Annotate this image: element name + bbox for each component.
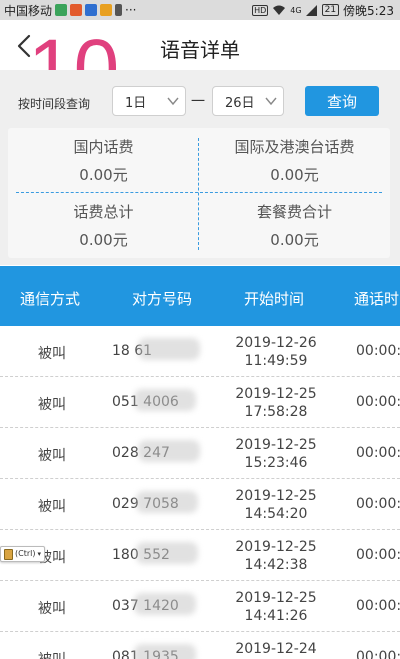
signal-icon (305, 4, 317, 16)
start-date: 2019-12-25 (235, 488, 317, 504)
start-clock: 14:54:20 (244, 506, 308, 522)
domestic-fee-label: 国内话费 (73, 138, 134, 156)
call-type: 被叫 (38, 397, 66, 413)
carrier-name: 中国移动 (4, 3, 53, 18)
start-clock: 14:41:26 (244, 608, 308, 624)
duration: 00:00: (356, 445, 400, 461)
redaction-blur (134, 593, 196, 615)
end-day-select[interactable]: 26日 (212, 86, 284, 116)
end-day-value: 26日 (225, 95, 255, 111)
app-notification-icon (70, 4, 83, 16)
table-row[interactable]: 被叫 028 247 2019-12-25 15:23:46 00:00: (0, 428, 400, 479)
clipboard-icon (4, 548, 13, 560)
redaction-blur (138, 338, 200, 360)
redaction-blur (136, 491, 198, 513)
more-notifications: ··· (125, 3, 137, 17)
start-time: 2019-12-26 11:49:59 (226, 334, 326, 370)
duration: 00:00: (356, 598, 400, 614)
start-clock: 15:23:46 (244, 455, 308, 471)
column-header-type: 通信方式 (20, 290, 81, 308)
filter-area: 按时间段查询 1日 一 26日 查询 国内话费 0.00元 国际及港澳台话费 0… (0, 70, 400, 265)
redaction-blur (136, 542, 198, 564)
query-button[interactable]: 查询 (305, 86, 379, 116)
total-fee-label: 话费总计 (73, 203, 134, 221)
duration: 00:00: (356, 547, 400, 563)
chevron-down-icon (167, 97, 179, 106)
duration: 00:00: (356, 394, 400, 410)
call-list[interactable]: 被叫 18 61 2019-12-26 11:49:59 00:00: 被叫 0… (0, 326, 400, 659)
start-day-value: 1日 (125, 95, 147, 111)
total-fee-value: 0.00元 (79, 231, 128, 249)
table-row[interactable]: 被叫 051 4006 2019-12-25 17:58:28 00:00: (0, 377, 400, 428)
redaction-blur (134, 389, 196, 411)
app-notification-icon (100, 4, 113, 16)
start-time: 2019-12-24 (226, 640, 326, 658)
start-date: 2019-12-25 (235, 386, 317, 402)
hd-badge: HD (252, 4, 269, 16)
start-time: 2019-12-25 14:42:38 (226, 538, 326, 574)
start-date: 2019-12-26 (235, 335, 317, 351)
ctrl-label: (Ctrl) (15, 549, 36, 558)
start-time: 2019-12-25 14:41:26 (226, 589, 326, 625)
start-clock: 17:58:28 (244, 404, 308, 420)
column-header-duration: 通话时 (354, 290, 400, 308)
duration: 00:00: (356, 496, 400, 512)
total-fee-cell: 话费总计 0.00元 (8, 193, 199, 258)
fee-summary-card: 国内话费 0.00元 国际及港澳台话费 0.00元 话费总计 0.00元 套餐费… (8, 128, 390, 258)
start-date: 2019-12-25 (235, 590, 317, 606)
app-notification-icon (115, 4, 123, 16)
start-time: 2019-12-25 17:58:28 (226, 385, 326, 421)
clock: 傍晚5:23 (343, 3, 394, 18)
date-range-separator: 一 (191, 94, 205, 110)
app-header: 语音详单 10 (0, 20, 400, 110)
table-row[interactable]: 被叫 037 1420 2019-12-25 14:41:26 00:00: (0, 581, 400, 632)
call-type: 被叫 (38, 649, 66, 659)
domestic-fee-cell: 国内话费 0.00元 (8, 128, 199, 193)
intl-fee-cell: 国际及港澳台话费 0.00元 (199, 128, 390, 193)
table-header: 通信方式 对方号码 开始时间 通话时 (0, 266, 400, 326)
call-type: 被叫 (38, 601, 66, 617)
date-filter-row: 按时间段查询 1日 一 26日 查询 (0, 86, 400, 118)
status-bar: 中国移动 ··· HD 4G 21 傍晚5:23 (0, 0, 400, 20)
table-row[interactable]: 被叫 081 1935 2019-12-24 00:00: (0, 632, 400, 659)
start-date: 2019-12-25 (235, 539, 317, 555)
start-date: 2019-12-25 (235, 437, 317, 453)
table-row[interactable]: 被叫 180 552 2019-12-25 14:42:38 00:00: (0, 530, 400, 581)
package-fee-cell: 套餐费合计 0.00元 (199, 193, 390, 258)
package-fee-label: 套餐费合计 (256, 203, 332, 221)
filter-label: 按时间段查询 (18, 97, 91, 111)
package-fee-value: 0.00元 (270, 231, 319, 249)
start-day-select[interactable]: 1日 (112, 86, 186, 116)
column-header-number: 对方号码 (132, 290, 193, 308)
summary-divider-horizontal (16, 192, 382, 193)
start-clock: 14:42:38 (244, 557, 308, 573)
call-type: 被叫 (38, 499, 66, 515)
start-date: 2019-12-24 (235, 641, 317, 657)
duration: 00:00: (356, 649, 400, 659)
wifi-icon (273, 5, 286, 15)
start-time: 2019-12-25 14:54:20 (226, 487, 326, 523)
summary-divider-vertical (198, 138, 199, 250)
start-time: 2019-12-25 15:23:46 (226, 436, 326, 472)
redaction-blur (134, 644, 196, 659)
battery-icon: 21 (321, 4, 340, 16)
call-type: 被叫 (38, 346, 66, 362)
table-row[interactable]: 被叫 18 61 2019-12-26 11:49:59 00:00: (0, 326, 400, 377)
paste-options-tooltip[interactable]: (Ctrl) ▾ (0, 546, 45, 562)
column-header-start-time: 开始时间 (244, 290, 305, 308)
call-type: 被叫 (38, 448, 66, 464)
app-notification-icon (85, 4, 98, 16)
domestic-fee-value: 0.00元 (79, 166, 128, 184)
intl-fee-label: 国际及港澳台话费 (234, 138, 355, 156)
network-type: 4G (290, 5, 302, 15)
chevron-down-icon: ▾ (37, 550, 41, 558)
start-clock: 11:49:59 (244, 353, 308, 369)
app-notification-icon (55, 4, 68, 16)
chevron-down-icon (265, 97, 277, 106)
redaction-blur (138, 440, 200, 462)
table-row[interactable]: 被叫 029 7058 2019-12-25 14:54:20 00:00: (0, 479, 400, 530)
intl-fee-value: 0.00元 (270, 166, 319, 184)
duration: 00:00: (356, 343, 400, 359)
